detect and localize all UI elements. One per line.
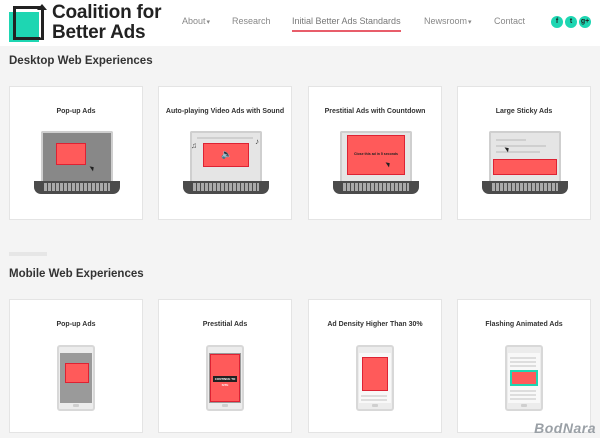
nav-item-standards[interactable]: Initial Better Ads Standards <box>292 16 401 32</box>
countdown-text: Close this ad in 5 seconds <box>354 152 398 156</box>
mobile-card-popup[interactable]: Pop-up Ads <box>9 299 143 433</box>
popup-ad <box>56 143 86 165</box>
continue-button-text: CONTINUE TO SITE <box>213 376 237 387</box>
chevron-down-icon: ▾ <box>468 19 472 26</box>
laptop-illustration <box>482 131 568 195</box>
card-title: Prestitial Ads <box>202 321 248 328</box>
card-title: Prestitial Ads with Countdown <box>324 108 426 115</box>
phone-illustration <box>356 345 394 411</box>
dense-ad <box>362 357 388 391</box>
desktop-card-autoplay-video[interactable]: Auto-playing Video Ads with Sound 🔈 ♫ ♪ <box>158 86 292 220</box>
laptop-illustration: 🔈 ♫ ♪ <box>183 131 269 195</box>
laptop-illustration: Close this ad in 5 seconds <box>333 131 419 195</box>
desktop-card-popup[interactable]: Pop-up Ads <box>9 86 143 220</box>
card-title: Flashing Animated Ads <box>485 321 563 328</box>
desktop-section-heading: Desktop Web Experiences <box>9 55 153 67</box>
twitter-icon[interactable]: t <box>565 16 577 28</box>
nav-item-contact[interactable]: Contact <box>494 16 525 26</box>
site-header: Coalition for Better Ads About▾ Research… <box>0 0 600 46</box>
desktop-card-prestitial-countdown[interactable]: Prestitial Ads with Countdown Close this… <box>308 86 442 220</box>
card-title: Auto-playing Video Ads with Sound <box>165 108 285 115</box>
section-divider <box>9 252 47 256</box>
card-title: Pop-up Ads <box>56 108 96 115</box>
sticky-ad <box>493 159 557 175</box>
flashing-ad <box>510 370 538 386</box>
speaker-icon: 🔈 <box>221 149 233 159</box>
chevron-down-icon: ▾ <box>206 19 211 26</box>
phone-illustration: CONTINUE TO SITE <box>206 345 244 411</box>
google-plus-icon[interactable]: g+ <box>579 16 591 28</box>
prestitial-ad: Close this ad in 5 seconds <box>347 135 405 175</box>
watermark: BodNara <box>534 420 596 436</box>
music-note-icon: ♫ <box>191 141 197 150</box>
card-title: Pop-up Ads <box>56 321 96 328</box>
phone-illustration <box>57 345 95 411</box>
card-title: Large Sticky Ads <box>495 108 553 115</box>
site-logo-text[interactable]: Coalition for Better Ads <box>52 3 161 43</box>
facebook-icon[interactable]: f <box>551 16 563 28</box>
nav-item-newsroom[interactable]: Newsroom▾ <box>424 16 472 26</box>
nav-item-about[interactable]: About▾ <box>182 16 210 26</box>
prestitial-ad: CONTINUE TO SITE <box>210 354 240 402</box>
mobile-card-prestitial[interactable]: Prestitial Ads CONTINUE TO SITE <box>158 299 292 433</box>
mobile-card-ad-density[interactable]: Ad Density Higher Than 30% <box>308 299 442 433</box>
music-note-icon: ♪ <box>255 137 259 146</box>
popup-ad <box>65 363 89 383</box>
mobile-card-flashing-animated[interactable]: Flashing Animated Ads <box>457 299 591 433</box>
desktop-card-large-sticky[interactable]: Large Sticky Ads <box>457 86 591 220</box>
phone-illustration <box>505 345 543 411</box>
logo-icon[interactable] <box>9 4 47 42</box>
card-title: Ad Density Higher Than 30% <box>327 321 423 328</box>
laptop-illustration <box>34 131 120 195</box>
mobile-section-heading: Mobile Web Experiences <box>9 268 144 280</box>
nav-item-research[interactable]: Research <box>232 16 271 26</box>
